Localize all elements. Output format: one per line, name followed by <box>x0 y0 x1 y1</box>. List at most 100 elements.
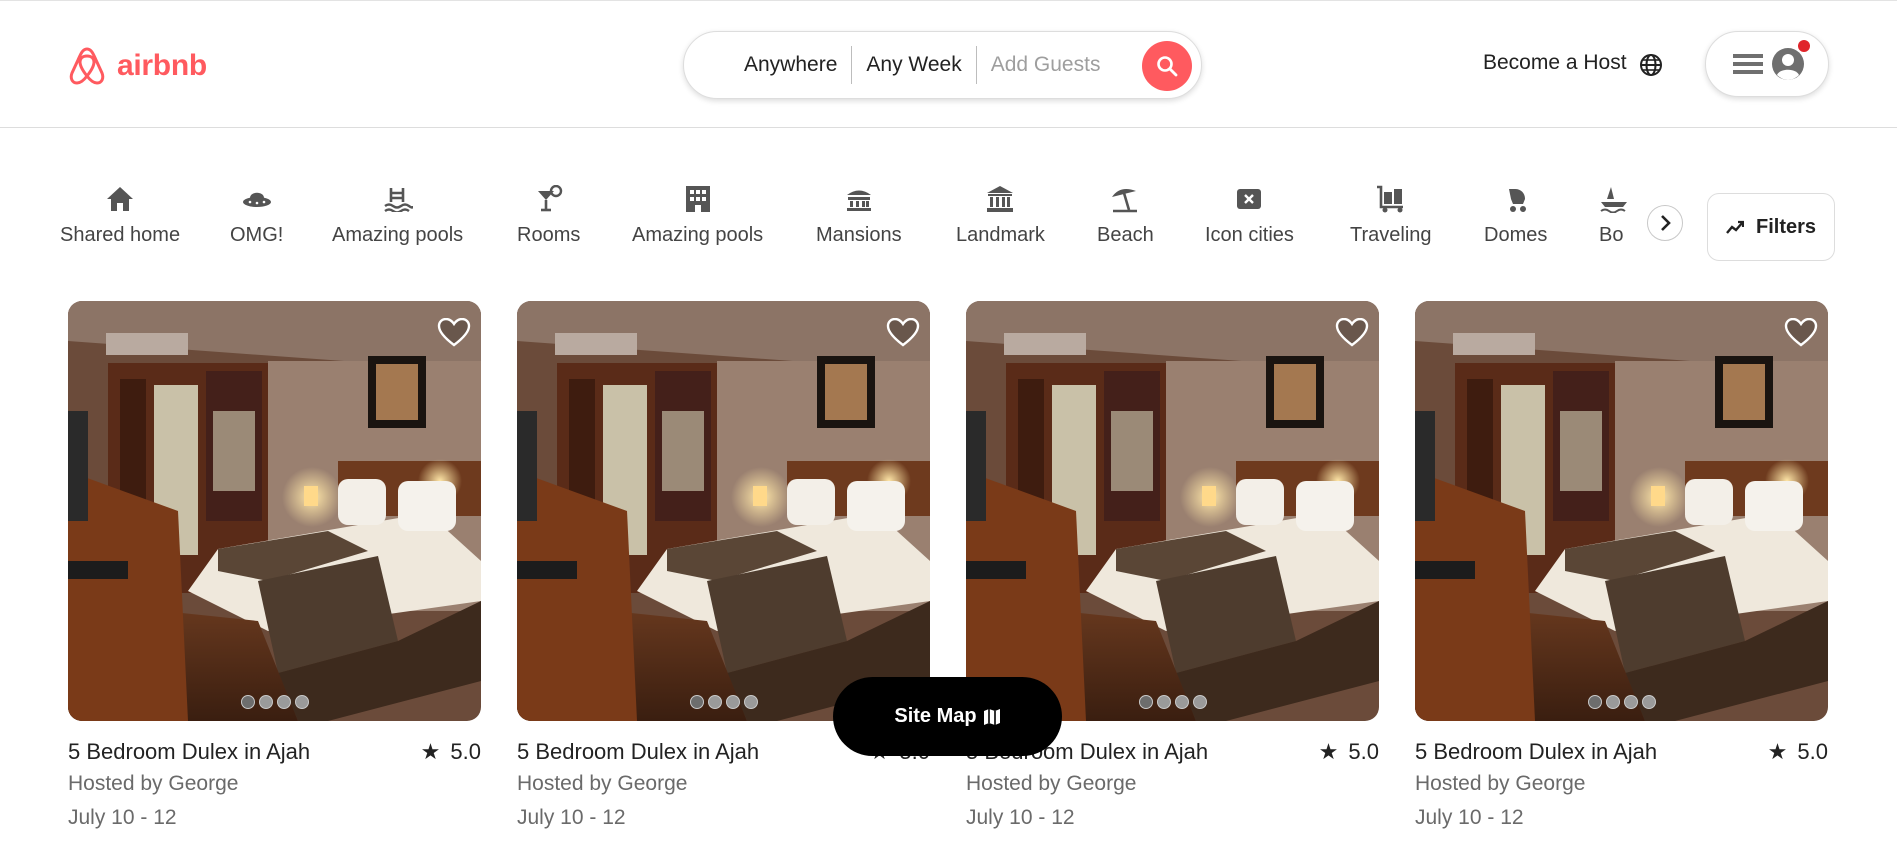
chevron-right-icon <box>1661 215 1671 231</box>
listing-photo-art <box>517 301 930 721</box>
listing-card[interactable]: 5 Bedroom Dulex in Ajah ★5.0 Hosted by G… <box>517 301 930 829</box>
top-header: airbnb Anywhere Any Week Add Guests Beco… <box>0 0 1897 128</box>
category-label: OMG! <box>230 224 284 246</box>
category-icon-cities[interactable]: Icon cities <box>1205 184 1294 247</box>
category-label: Rooms <box>517 224 581 246</box>
rating-value: 5.0 <box>1348 739 1379 764</box>
listing-host: Hosted by George <box>68 772 239 795</box>
search-dates[interactable]: Any Week <box>852 46 975 84</box>
carousel-dot[interactable] <box>1192 695 1207 709</box>
carousel-dot[interactable] <box>743 695 758 709</box>
carousel-dot[interactable] <box>276 695 291 709</box>
search-guests[interactable]: Add Guests <box>977 46 1115 84</box>
listing-title[interactable]: 5 Bedroom Dulex in Ajah <box>517 739 759 765</box>
category-shared-home[interactable]: Shared home <box>60 184 180 247</box>
carousel-dot[interactable] <box>725 695 740 709</box>
trend-icon <box>1726 220 1744 234</box>
listing-rating: ★ 5.0 <box>1768 739 1828 765</box>
filters-label: Filters <box>1755 215 1817 238</box>
listing-host: Hosted by George <box>966 772 1137 795</box>
site-map-button[interactable]: Site Map <box>833 677 1062 756</box>
listing-photo-image <box>517 301 930 721</box>
category-label: Bo <box>1599 224 1624 246</box>
brand-name: airbnb <box>117 49 207 82</box>
category-boats-clipped[interactable]: Bo <box>1590 175 1630 265</box>
search-location[interactable]: Anywhere <box>730 46 851 84</box>
category-mansions[interactable]: Mansions <box>816 184 902 247</box>
carousel-dot[interactable] <box>258 695 273 709</box>
listing-photo[interactable] <box>966 301 1379 721</box>
category-label: Shared home <box>60 224 181 246</box>
listing-photo-art <box>1415 301 1828 721</box>
category-amazing-pools[interactable]: Amazing pools <box>332 184 463 247</box>
heart-icon[interactable] <box>437 318 471 348</box>
category-label: Mansions <box>816 224 902 246</box>
building-icon <box>685 184 711 214</box>
home-icon <box>105 184 135 214</box>
category-traveling[interactable]: Traveling <box>1350 184 1432 247</box>
listing-photo-image <box>1415 301 1828 721</box>
carousel-dot[interactable] <box>1156 695 1171 709</box>
category-amazing-pools-2[interactable]: Amazing pools <box>632 184 763 247</box>
category-beach[interactable]: Beach <box>1097 184 1154 247</box>
listing-photo[interactable] <box>68 301 481 721</box>
category-scroll-next-button[interactable] <box>1647 205 1683 241</box>
listing-photo[interactable] <box>1415 301 1828 721</box>
umbrella-icon <box>1110 184 1140 214</box>
category-domes[interactable]: Domes <box>1484 184 1547 247</box>
brand-logo[interactable]: airbnb <box>67 45 207 87</box>
carousel-dot[interactable] <box>707 695 722 709</box>
rating-value: 5.0 <box>450 739 481 764</box>
search-icon <box>1157 56 1178 77</box>
listing-dates: July 10 - 12 <box>517 806 626 829</box>
listing-card[interactable]: 5 Bedroom Dulex in Ajah ★5.0 Hosted by G… <box>1415 301 1828 829</box>
landmark-icon <box>986 184 1014 214</box>
boat-icon <box>1599 184 1629 214</box>
listing-host: Hosted by George <box>517 772 688 795</box>
carousel-dot[interactable] <box>1605 695 1620 709</box>
star-icon: ★ <box>1318 739 1339 764</box>
luggage-icon <box>1375 184 1407 214</box>
carousel-dot[interactable] <box>689 695 704 709</box>
category-landmark[interactable]: Landmark <box>956 184 1045 247</box>
category-label: Domes <box>1484 224 1548 246</box>
listing-photo[interactable] <box>517 301 930 721</box>
become-host-link[interactable]: Become a Host <box>1483 51 1627 75</box>
globe-icon[interactable] <box>1639 53 1663 77</box>
cocktail-icon <box>535 184 563 214</box>
listing-dates: July 10 - 12 <box>966 806 1075 829</box>
listing-title[interactable]: 5 Bedroom Dulex in Ajah <box>68 739 310 765</box>
carousel-dot[interactable] <box>1587 695 1602 709</box>
carousel-dot[interactable] <box>1138 695 1153 709</box>
airbnb-logo-icon <box>69 47 105 85</box>
heart-icon[interactable] <box>1335 318 1369 348</box>
category-omg[interactable]: OMG! <box>230 184 283 247</box>
photo-carousel-dots <box>1415 695 1828 709</box>
search-bar[interactable]: Anywhere Any Week Add Guests <box>683 31 1202 99</box>
carousel-dot[interactable] <box>1174 695 1189 709</box>
category-rooms[interactable]: Rooms <box>517 184 580 247</box>
filters-button[interactable]: Filters <box>1707 193 1835 261</box>
listing-card[interactable]: 5 Bedroom Dulex in Ajah ★5.0 Hosted by G… <box>966 301 1379 829</box>
listing-rating: ★ 5.0 <box>421 739 481 765</box>
heart-icon[interactable] <box>1784 318 1818 348</box>
listing-card[interactable]: 5 Bedroom Dulex in Ajah ★ 5.0 Hosted by G… <box>68 301 481 829</box>
search-button[interactable] <box>1142 41 1192 91</box>
listing-dates: July 10 - 12 <box>1415 806 1524 829</box>
notification-badge <box>1798 40 1810 52</box>
carousel-dot[interactable] <box>1641 695 1656 709</box>
carousel-dot[interactable] <box>294 695 309 709</box>
category-label: Traveling <box>1350 224 1432 246</box>
user-menu-button[interactable] <box>1705 31 1829 97</box>
star-icon: ★ <box>420 739 441 764</box>
listing-photo-image <box>68 301 481 721</box>
carousel-dot[interactable] <box>1623 695 1638 709</box>
category-label: Amazing pools <box>632 224 764 246</box>
hamburger-icon <box>1733 54 1763 74</box>
heart-icon[interactable] <box>886 318 920 348</box>
stroller-icon <box>1501 184 1531 214</box>
map-icon <box>983 708 1000 725</box>
category-label: Icon cities <box>1205 224 1294 246</box>
carousel-dot[interactable] <box>240 695 255 709</box>
listing-title[interactable]: 5 Bedroom Dulex in Ajah <box>1415 739 1657 765</box>
